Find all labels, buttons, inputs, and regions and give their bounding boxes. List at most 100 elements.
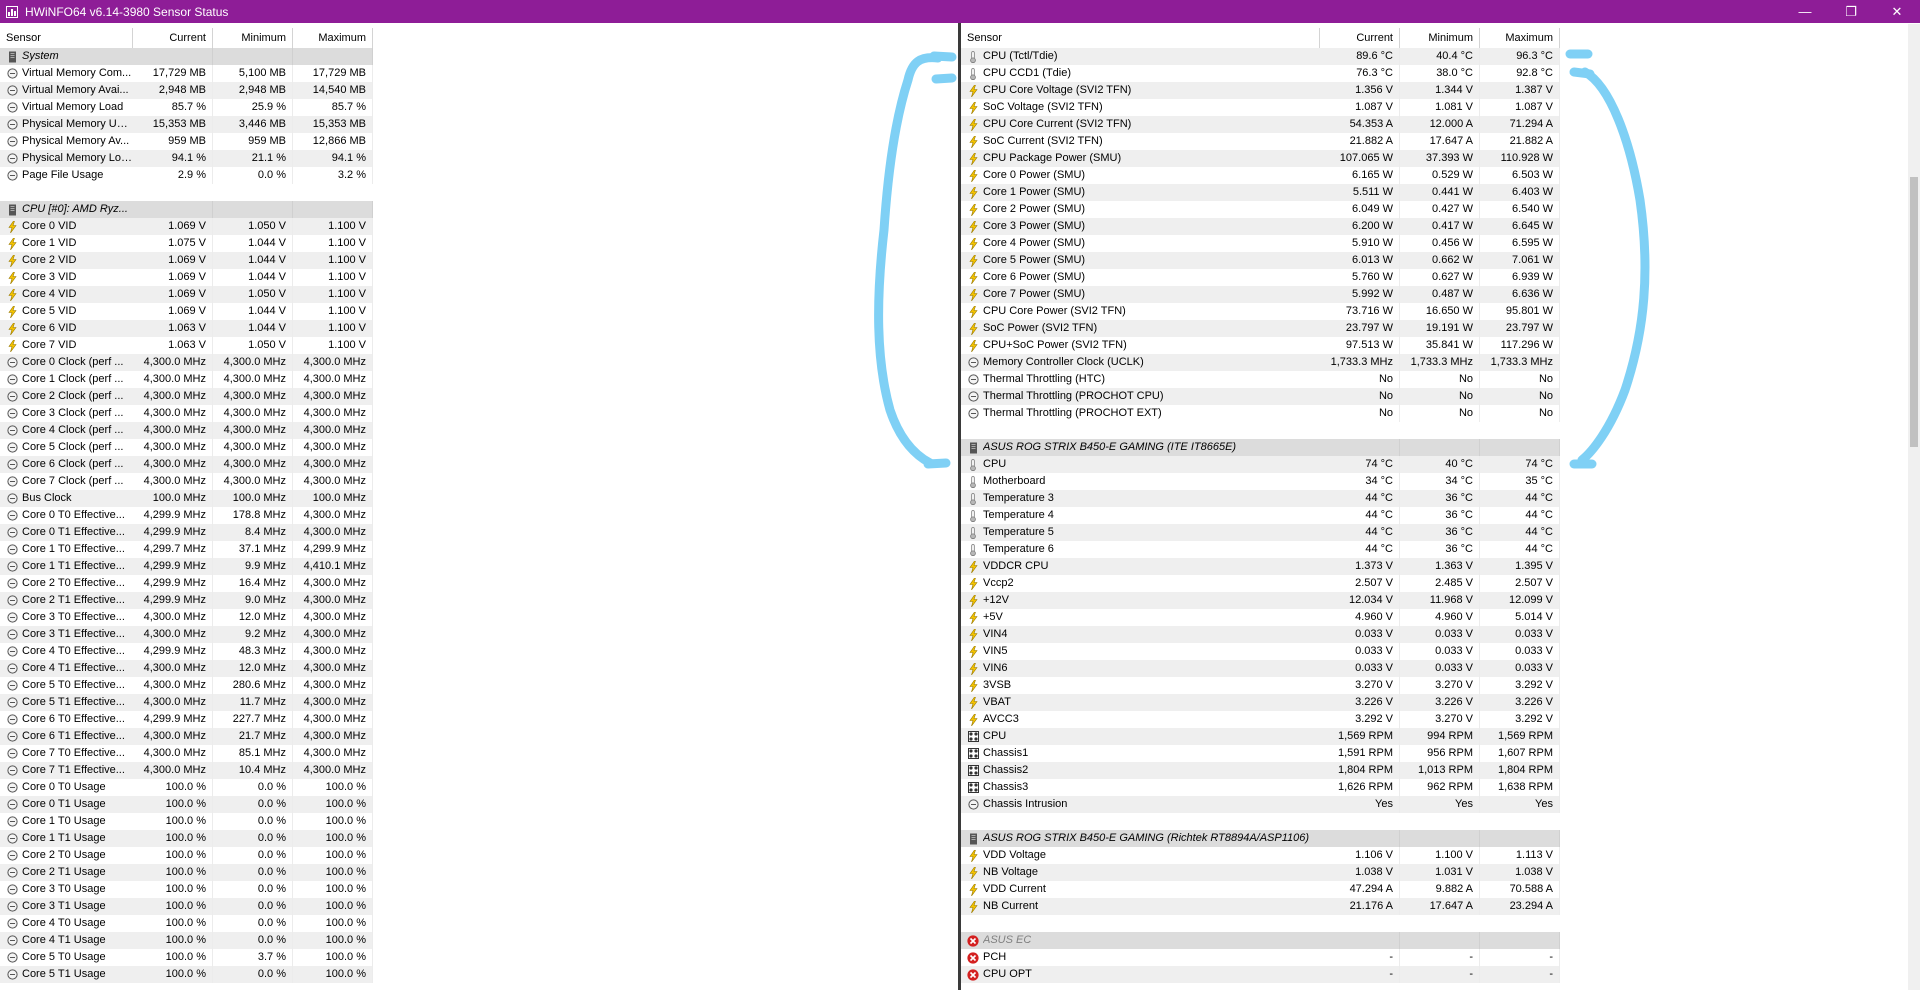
col-maximum-header[interactable]: Maximum [1480, 28, 1560, 48]
sensor-group-row[interactable]: ASUS ROG STRIX B450-E GAMING (ITE IT8665… [961, 439, 1560, 456]
sensor-row[interactable]: Thermal Throttling (PROCHOT EXT) No No No [961, 405, 1560, 422]
sensor-row[interactable]: Core 6 VID 1.063 V 1.044 V 1.100 V [0, 320, 373, 337]
sensor-row[interactable]: Core 1 VID 1.075 V 1.044 V 1.100 V [0, 235, 373, 252]
sensor-row[interactable]: NB Voltage 1.038 V 1.031 V 1.038 V [961, 864, 1560, 881]
col-current-header[interactable]: Current [1320, 28, 1400, 48]
sensor-row[interactable]: VDD Voltage 1.106 V 1.100 V 1.113 V [961, 847, 1560, 864]
sensor-row[interactable]: Core 4 T0 Usage 100.0 % 0.0 % 100.0 % [0, 915, 373, 932]
sensor-row[interactable]: Core 0 Clock (perf ... 4,300.0 MHz 4,300.0… [0, 354, 373, 371]
sensor-row[interactable]: Core 4 T1 Usage 100.0 % 0.0 % 100.0 % [0, 932, 373, 949]
sensor-row[interactable]: Core 7 T1 Effective... 4,300.0 MHz 10.4 MH… [0, 762, 373, 779]
sensor-row[interactable]: VDD Current 47.294 A 9.882 A 70.588 A [961, 881, 1560, 898]
sensor-row[interactable]: CPU 1,569 RPM 994 RPM 1,569 RPM [961, 728, 1560, 745]
sensor-row[interactable]: Core 4 Power (SMU) 5.910 W 0.456 W 6.595 W [961, 235, 1560, 252]
sensor-row[interactable]: Core 2 T1 Effective... 4,299.9 MHz 9.0 MHz… [0, 592, 373, 609]
sensor-row[interactable]: Chassis2 1,804 RPM 1,013 RPM 1,804 RPM [961, 762, 1560, 779]
sensor-row[interactable]: Core 0 Power (SMU) 6.165 W 0.529 W 6.503 W [961, 167, 1560, 184]
sensor-row[interactable]: Chassis Intrusion Yes Yes Yes [961, 796, 1560, 813]
sensor-row[interactable]: VIN5 0.033 V 0.033 V 0.033 V [961, 643, 1560, 660]
sensor-row[interactable]: VIN4 0.033 V 0.033 V 0.033 V [961, 626, 1560, 643]
sensor-row[interactable]: Physical Memory Used 15,353 MB 3,446 MB 15,… [0, 116, 373, 133]
sensor-row[interactable]: Core 3 T1 Effective... 4,300.0 MHz 9.2 MHz… [0, 626, 373, 643]
sensor-row[interactable]: Chassis1 1,591 RPM 956 RPM 1,607 RPM [961, 745, 1560, 762]
col-minimum-header[interactable]: Minimum [1400, 28, 1480, 48]
col-sensor-header[interactable]: Sensor [961, 28, 1320, 48]
sensor-row[interactable]: Bus Clock 100.0 MHz 100.0 MHz 100.0 MHz [0, 490, 373, 507]
restore-button[interactable]: ❐ [1828, 0, 1874, 23]
sensor-row[interactable]: Virtual Memory Com... 17,729 MB 5,100 MB 17… [0, 65, 373, 82]
sensor-panel-right[interactable]: Sensor Current Minimum Maximum CPU (Tctl… [961, 24, 1920, 988]
sensor-row[interactable]: Core 5 VID 1.069 V 1.044 V 1.100 V [0, 303, 373, 320]
sensor-row[interactable]: Core 4 T1 Effective... 4,300.0 MHz 12.0 MH… [0, 660, 373, 677]
sensor-row[interactable]: CPU CCD1 (Tdie) 76.3 °C 38.0 °C 92.8 °C [961, 65, 1560, 82]
sensor-row[interactable]: Vccp2 2.507 V 2.485 V 2.507 V [961, 575, 1560, 592]
sensor-row[interactable]: CPU Core Current (SVI2 TFN) 54.353 A 12.00… [961, 116, 1560, 133]
sensor-row[interactable]: Core 2 Clock (perf ... 4,300.0 MHz 4,300.0… [0, 388, 373, 405]
sensor-group-row[interactable]: CPU [#0]: AMD Ryz... [0, 201, 373, 218]
sensor-row[interactable]: +5V 4.960 V 4.960 V 5.014 V [961, 609, 1560, 626]
sensor-row[interactable]: Chassis3 1,626 RPM 962 RPM 1,638 RPM [961, 779, 1560, 796]
sensor-row[interactable]: Core 3 T1 Usage 100.0 % 0.0 % 100.0 % [0, 898, 373, 915]
sensor-row[interactable]: Core 2 T0 Effective... 4,299.9 MHz 16.4 MH… [0, 575, 373, 592]
sensor-row[interactable]: VBAT 3.226 V 3.226 V 3.226 V [961, 694, 1560, 711]
sensor-row[interactable]: Core 5 T1 Usage 100.0 % 0.0 % 100.0 % [0, 966, 373, 983]
sensor-row[interactable]: Motherboard 34 °C 34 °C 35 °C [961, 473, 1560, 490]
sensor-row[interactable]: Core 0 T1 Usage 100.0 % 0.0 % 100.0 % [0, 796, 373, 813]
sensor-row[interactable]: Core 5 T0 Effective... 4,300.0 MHz 280.6 M… [0, 677, 373, 694]
sensor-row[interactable]: 3VSB 3.270 V 3.270 V 3.292 V [961, 677, 1560, 694]
sensor-row[interactable]: Core 0 T0 Effective... 4,299.9 MHz 178.8 M… [0, 507, 373, 524]
sensor-row[interactable]: Core 0 T1 Effective... 4,299.9 MHz 8.4 MHz… [0, 524, 373, 541]
sensor-row[interactable]: Core 2 Power (SMU) 6.049 W 0.427 W 6.540 W [961, 201, 1560, 218]
sensor-row[interactable]: Core 1 Clock (perf ... 4,300.0 MHz 4,300.0… [0, 371, 373, 388]
sensor-row[interactable]: Virtual Memory Load 85.7 % 25.9 % 85.7 % [0, 99, 373, 116]
sensor-row[interactable]: Core 1 T0 Usage 100.0 % 0.0 % 100.0 % [0, 813, 373, 830]
col-minimum-header[interactable]: Minimum [213, 28, 293, 48]
sensor-row[interactable]: Temperature 3 44 °C 36 °C 44 °C [961, 490, 1560, 507]
sensor-row[interactable]: Core 1 T0 Effective... 4,299.7 MHz 37.1 MH… [0, 541, 373, 558]
sensor-row[interactable]: Core 7 Clock (perf ... 4,300.0 MHz 4,300.0… [0, 473, 373, 490]
sensor-row[interactable]: Physical Memory Load 94.1 % 21.1 % 94.1 % [0, 150, 373, 167]
minimize-button[interactable]: — [1782, 0, 1828, 23]
sensor-row[interactable]: Virtual Memory Avai... 2,948 MB 2,948 MB 14… [0, 82, 373, 99]
sensor-row[interactable]: Core 6 T0 Effective... 4,299.9 MHz 227.7 M… [0, 711, 373, 728]
sensor-row[interactable]: Core 6 Clock (perf ... 4,300.0 MHz 4,300.0… [0, 456, 373, 473]
sensor-row[interactable]: Core 5 Power (SMU) 6.013 W 0.662 W 7.061 W [961, 252, 1560, 269]
sensor-row[interactable]: Core 1 T1 Effective... 4,299.9 MHz 9.9 MHz… [0, 558, 373, 575]
sensor-row[interactable]: Core 6 Power (SMU) 5.760 W 0.627 W 6.939 W [961, 269, 1560, 286]
sensor-row[interactable]: CPU OPT - - - [961, 966, 1560, 983]
sensor-row[interactable]: SoC Power (SVI2 TFN) 23.797 W 19.191 W 23.7… [961, 320, 1560, 337]
sensor-row[interactable]: NB Current 21.176 A 17.647 A 23.294 A [961, 898, 1560, 915]
sensor-group-row[interactable]: ASUS ROG STRIX B450-E GAMING (Richtek RT… [961, 830, 1560, 847]
sensor-row[interactable]: Core 2 T0 Usage 100.0 % 0.0 % 100.0 % [0, 847, 373, 864]
sensor-row[interactable]: Core 7 T0 Effective... 4,300.0 MHz 85.1 MH… [0, 745, 373, 762]
col-sensor-header[interactable]: Sensor [0, 28, 133, 48]
sensor-row[interactable]: Core 3 T0 Usage 100.0 % 0.0 % 100.0 % [0, 881, 373, 898]
sensor-row[interactable]: CPU 74 °C 40 °C 74 °C [961, 456, 1560, 473]
vertical-scrollbar[interactable] [1908, 24, 1920, 990]
sensor-row[interactable]: CPU Core Voltage (SVI2 TFN) 1.356 V 1.344 … [961, 82, 1560, 99]
sensor-row[interactable]: PCH - - - [961, 949, 1560, 966]
sensor-row[interactable]: CPU Package Power (SMU) 107.065 W 37.393 W… [961, 150, 1560, 167]
sensor-row[interactable]: Core 0 T0 Usage 100.0 % 0.0 % 100.0 % [0, 779, 373, 796]
sensor-row[interactable]: Core 2 VID 1.069 V 1.044 V 1.100 V [0, 252, 373, 269]
sensor-row[interactable]: Temperature 5 44 °C 36 °C 44 °C [961, 524, 1560, 541]
sensor-row[interactable]: Core 7 VID 1.063 V 1.050 V 1.100 V [0, 337, 373, 354]
sensor-row[interactable]: Temperature 4 44 °C 36 °C 44 °C [961, 507, 1560, 524]
sensor-group-row[interactable]: ASUS EC [961, 932, 1560, 949]
sensor-row[interactable]: Core 4 VID 1.069 V 1.050 V 1.100 V [0, 286, 373, 303]
sensor-row[interactable]: Core 5 T1 Effective... 4,300.0 MHz 11.7 MH… [0, 694, 373, 711]
sensor-group-row[interactable]: System [0, 48, 373, 65]
sensor-row[interactable]: Core 3 T0 Effective... 4,300.0 MHz 12.0 MH… [0, 609, 373, 626]
sensor-row[interactable]: Memory Controller Clock (UCLK) 1,733.3 MH… [961, 354, 1560, 371]
sensor-row[interactable]: VDDCR CPU 1.373 V 1.363 V 1.395 V [961, 558, 1560, 575]
sensor-row[interactable]: Core 0 VID 1.069 V 1.050 V 1.100 V [0, 218, 373, 235]
sensor-row[interactable]: Core 5 Clock (perf ... 4,300.0 MHz 4,300.0… [0, 439, 373, 456]
title-bar[interactable]: HWiNFO64 v6.14-3980 Sensor Status — ❐ ✕ [0, 0, 1920, 23]
sensor-row[interactable]: CPU (Tctl/Tdie) 89.6 °C 40.4 °C 96.3 °C [961, 48, 1560, 65]
sensor-row[interactable]: VIN6 0.033 V 0.033 V 0.033 V [961, 660, 1560, 677]
sensor-row[interactable]: CPU Core Power (SVI2 TFN) 73.716 W 16.650 … [961, 303, 1560, 320]
sensor-row[interactable]: AVCC3 3.292 V 3.270 V 3.292 V [961, 711, 1560, 728]
sensor-row[interactable]: Core 1 T1 Usage 100.0 % 0.0 % 100.0 % [0, 830, 373, 847]
close-button[interactable]: ✕ [1874, 0, 1920, 23]
sensor-row[interactable]: Core 3 Clock (perf ... 4,300.0 MHz 4,300.0… [0, 405, 373, 422]
